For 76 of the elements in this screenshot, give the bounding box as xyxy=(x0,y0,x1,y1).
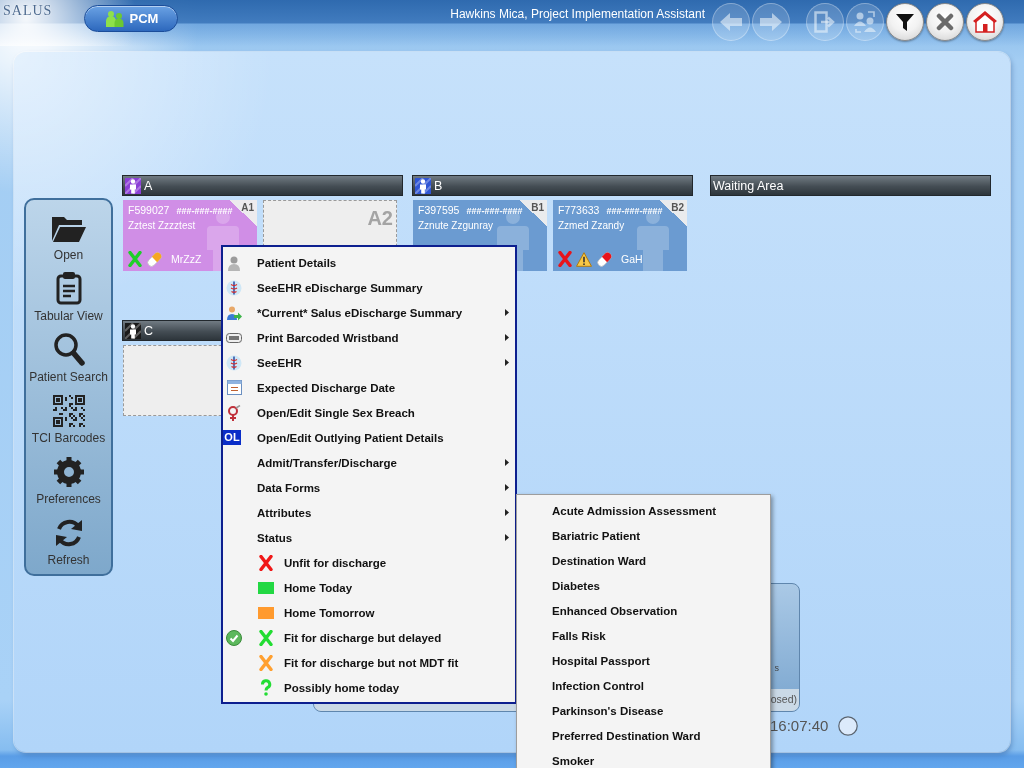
menu-item[interactable]: Diabetes xyxy=(517,573,770,598)
filter-button[interactable] xyxy=(886,3,924,41)
menu-item[interactable]: Fit for discharge but delayed xyxy=(223,625,515,650)
clock-time: 16:07:40 xyxy=(770,716,829,736)
sidebar-button[interactable]: TCI Barcodes xyxy=(26,387,111,448)
hospital-number: F773633 xyxy=(558,204,600,216)
hospital-number: F599027 xyxy=(128,204,170,216)
menu-item[interactable]: Falls Risk xyxy=(517,623,770,648)
menu-item[interactable]: Bariatric Patient xyxy=(517,523,770,548)
menu-item[interactable]: Home Tomorrow xyxy=(223,600,515,625)
bay-title: A xyxy=(144,178,153,193)
right-arrow-icon xyxy=(759,12,783,32)
caduceus-icon xyxy=(226,354,242,371)
menu-item[interactable]: Expected Discharge Date xyxy=(223,375,515,400)
menu-item[interactable]: Home Today xyxy=(223,575,515,600)
patient-name: Zztest Zzzztest xyxy=(128,220,196,231)
menu-item[interactable]: Enhanced Observation xyxy=(517,598,770,623)
refresh-icon xyxy=(53,517,84,549)
menu-item[interactable]: OL Open/Edit Outlying Patient Details xyxy=(223,425,515,450)
menu-badge: OL xyxy=(223,430,241,445)
menu-item[interactable]: Admit/Transfer/Discharge xyxy=(223,450,515,475)
left-arrow-icon xyxy=(719,12,743,32)
qr-code-icon xyxy=(52,395,85,427)
menu-item[interactable]: Data Forms xyxy=(223,475,515,500)
bay-title: B xyxy=(434,178,443,193)
clipboard-icon xyxy=(55,271,82,305)
close-icon xyxy=(936,13,954,31)
patient-name: Zznute Zzgunray xyxy=(418,220,494,231)
user-title: Hawkins Mica, Project Implementation Assistant xyxy=(450,6,705,22)
calendar-icon xyxy=(226,380,242,395)
menu-item[interactable]: Destination Ward xyxy=(517,548,770,573)
filter-icon xyxy=(895,12,915,32)
panel-text: s xyxy=(774,663,779,673)
patient-initials: GaH xyxy=(621,253,643,265)
exit-icon xyxy=(814,11,836,33)
module-button[interactable]: PCM xyxy=(84,5,178,32)
hospital-number: F397595 xyxy=(418,204,460,216)
sidebar-button[interactable]: Patient Search xyxy=(26,326,111,387)
menu-item[interactable]: Attributes xyxy=(223,500,515,525)
bay-title: Waiting Area xyxy=(713,178,784,193)
gender-symbol-icon xyxy=(227,404,241,421)
menu-item[interactable]: Open/Edit Single Sex Breach xyxy=(223,400,515,425)
people-icon xyxy=(103,9,126,28)
sidebar-button[interactable]: Tabular View xyxy=(26,265,111,326)
bay-title: C xyxy=(144,323,154,338)
wristband-icon xyxy=(226,332,242,343)
menu-item[interactable]: SeeEHR xyxy=(223,350,515,375)
search-icon xyxy=(52,332,85,366)
menu-item[interactable]: *Current* Salus eDischarge Summary xyxy=(223,300,515,325)
home-button[interactable] xyxy=(966,3,1004,41)
menu-item[interactable]: SeeEHR eDischarge Summary xyxy=(223,275,515,300)
sidebar-button[interactable]: Preferences xyxy=(26,448,111,509)
status-circle-icon xyxy=(838,716,859,736)
people-arrows-icon xyxy=(853,10,877,34)
menu-item[interactable]: Hospital Passport xyxy=(517,648,770,673)
close-button[interactable] xyxy=(926,3,964,41)
sidebar-button[interactable]: Open xyxy=(26,204,111,265)
menu-item[interactable]: Fit for discharge but not MDT fit xyxy=(223,650,515,675)
menu-item[interactable]: Unfit for discharge xyxy=(223,550,515,575)
house-icon xyxy=(973,11,997,33)
warning-icon xyxy=(576,251,592,267)
patient-name: Zzmed Zzandy xyxy=(558,220,625,231)
caduceus-icon xyxy=(226,279,242,296)
app-logo: SALUS xyxy=(3,3,54,19)
menu-item[interactable]: Smoker xyxy=(517,748,770,768)
person-icon xyxy=(226,254,242,271)
folder-icon xyxy=(50,214,87,244)
person-arrow-icon xyxy=(226,304,242,321)
menu-item[interactable]: Preferred Destination Ward xyxy=(517,723,770,748)
sidebar-button[interactable]: Refresh xyxy=(26,509,111,570)
settings-icon xyxy=(52,456,85,488)
menu-item[interactable]: Acute Admission Assessment xyxy=(517,498,770,523)
patient-initials: MrZzZ xyxy=(171,253,202,265)
bed-number: A2 xyxy=(367,207,393,230)
menu-item[interactable]: Print Barcoded Wristband xyxy=(223,325,515,350)
menu-item[interactable]: Status xyxy=(223,525,515,550)
